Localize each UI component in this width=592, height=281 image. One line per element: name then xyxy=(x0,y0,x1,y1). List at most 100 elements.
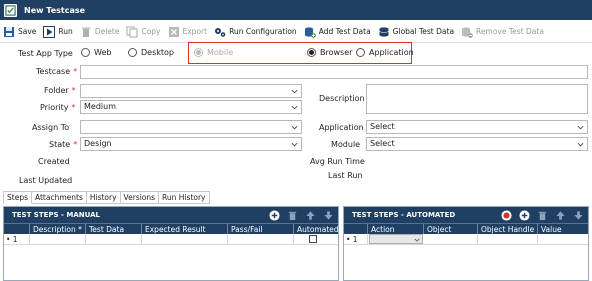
chevron-down-icon xyxy=(291,142,298,147)
automated-checkbox[interactable] xyxy=(309,235,317,243)
tab-versions[interactable]: Versions xyxy=(120,191,160,204)
description-textarea[interactable] xyxy=(366,84,588,114)
radio-desktop-dot xyxy=(128,48,137,57)
radio-application-dot xyxy=(356,48,365,57)
test-app-type-label: Test App Type xyxy=(18,49,73,58)
chevron-down-icon xyxy=(577,125,584,130)
radio-application[interactable]: Application xyxy=(356,48,414,57)
run-label: Run xyxy=(58,27,73,36)
automated-col-object[interactable]: Object xyxy=(424,224,478,234)
automated-col-action[interactable]: Action xyxy=(368,224,424,234)
global-data-icon xyxy=(378,26,390,38)
delete-label: Delete xyxy=(94,27,120,36)
tab-history[interactable]: History xyxy=(86,191,121,204)
automated-col-value[interactable]: Value xyxy=(538,224,588,234)
folder-select[interactable] xyxy=(80,84,302,98)
radio-mobile[interactable]: Mobile xyxy=(194,48,233,57)
manual-panel-header: TEST STEPS - MANUAL xyxy=(4,207,338,223)
module-label: Module xyxy=(331,140,361,149)
add-step-icon[interactable] xyxy=(268,209,280,221)
table-row[interactable]: • 1 xyxy=(344,234,588,245)
manual-col-automated[interactable]: Automated xyxy=(294,224,338,234)
testcase-input[interactable] xyxy=(80,65,588,79)
gears-icon xyxy=(214,26,226,38)
trash-icon[interactable] xyxy=(536,209,548,221)
move-up-icon[interactable] xyxy=(304,209,316,221)
copy-icon xyxy=(126,26,138,38)
application-value: Select xyxy=(370,122,395,131)
priority-required-marker: * xyxy=(71,103,76,112)
tab-attachments[interactable]: Attachments xyxy=(31,191,87,204)
title-bar: New Testcase xyxy=(0,0,592,20)
table-row[interactable]: • 1 xyxy=(4,234,338,245)
radio-browser-dot xyxy=(307,48,316,57)
copy-label: Copy xyxy=(141,27,161,36)
export-button[interactable]: Export xyxy=(165,22,212,42)
run-button[interactable]: Run xyxy=(40,22,76,42)
module-select[interactable]: Select xyxy=(366,137,588,151)
object-handle-cell[interactable] xyxy=(478,234,538,244)
global-test-data-button[interactable]: Global Test Data xyxy=(375,22,458,42)
copy-button[interactable]: Copy xyxy=(123,22,164,42)
radio-browser-label: Browser xyxy=(320,48,353,57)
module-value: Select xyxy=(370,139,395,148)
save-label: Save xyxy=(18,27,37,36)
object-cell[interactable] xyxy=(423,234,478,244)
trash-icon[interactable] xyxy=(286,209,298,221)
manual-col-description[interactable]: Description * xyxy=(30,224,86,234)
record-icon[interactable] xyxy=(500,209,512,221)
tab-steps[interactable]: Steps xyxy=(3,191,32,204)
last-updated-label: Last Updated xyxy=(19,176,73,185)
chevron-down-icon xyxy=(291,105,298,110)
save-icon xyxy=(3,26,15,38)
value-cell[interactable] xyxy=(538,234,588,244)
delete-button[interactable]: Delete xyxy=(77,22,124,42)
add-test-data-button[interactable]: Add Test Data xyxy=(301,22,375,42)
move-up-icon[interactable] xyxy=(554,209,566,221)
radio-desktop[interactable]: Desktop xyxy=(128,48,174,57)
remove-data-icon xyxy=(461,26,473,38)
run-icon xyxy=(43,25,56,38)
manual-col-expected-result[interactable]: Expected Result xyxy=(142,224,228,234)
move-down-icon[interactable] xyxy=(572,209,584,221)
window-title: New Testcase xyxy=(24,5,86,15)
pass-fail-cell[interactable] xyxy=(228,234,294,244)
global-test-data-label: Global Test Data xyxy=(392,27,455,36)
move-down-icon[interactable] xyxy=(322,209,334,221)
manual-col-pass-fail[interactable]: Pass/Fail xyxy=(228,224,294,234)
run-configuration-label: Run Configuration xyxy=(229,27,297,36)
excel-export-icon xyxy=(168,26,180,38)
application-label: Application xyxy=(319,123,364,132)
tab-run-history[interactable]: Run History xyxy=(159,191,210,204)
testcase-label-text: Testcase xyxy=(36,67,71,76)
row-marker: • 1 xyxy=(4,234,30,244)
description-cell[interactable] xyxy=(30,234,86,244)
save-button[interactable]: Save xyxy=(0,22,40,42)
radio-web[interactable]: Web xyxy=(81,48,111,57)
application-select[interactable]: Select xyxy=(366,120,588,134)
state-label-text: State xyxy=(49,140,71,149)
state-select[interactable]: Design xyxy=(80,137,302,151)
automated-panel-actions xyxy=(494,209,584,221)
chevron-down-icon xyxy=(291,89,298,94)
folder-label: Folder * xyxy=(44,86,76,95)
add-step-icon[interactable] xyxy=(518,209,530,221)
automated-panel-title: TEST STEPS - AUTOMATED xyxy=(352,211,456,219)
chevron-down-icon xyxy=(577,142,584,147)
manual-col-test-data[interactable]: Test Data xyxy=(86,224,142,234)
run-configuration-button[interactable]: Run Configuration xyxy=(211,22,301,42)
action-cell-select[interactable] xyxy=(369,234,423,244)
automated-col-object-handle[interactable]: Object Handle xyxy=(478,224,538,234)
expected-result-cell[interactable] xyxy=(142,234,228,244)
testcase-app-icon xyxy=(4,3,17,17)
remove-test-data-button[interactable]: Remove Test Data xyxy=(458,22,548,42)
manual-steps-panel: TEST STEPS - MANUAL Description * Test D… xyxy=(3,206,339,281)
priority-select[interactable]: Medium xyxy=(80,100,302,114)
folder-label-text: Folder xyxy=(44,86,69,95)
radio-browser[interactable]: Browser xyxy=(307,48,352,57)
assign-to-select[interactable] xyxy=(80,120,302,134)
test-data-cell[interactable] xyxy=(86,234,142,244)
radio-mobile-dot xyxy=(194,48,203,57)
priority-label-text: Priority xyxy=(40,103,69,112)
testcase-label: Testcase * xyxy=(36,67,77,76)
